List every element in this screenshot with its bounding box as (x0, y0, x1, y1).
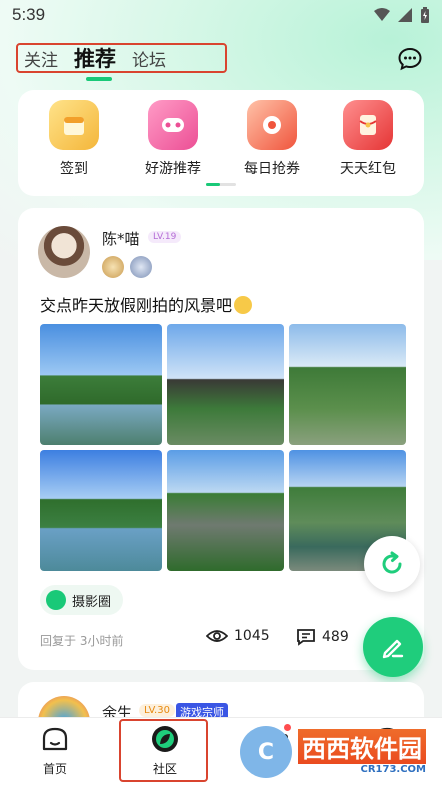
post-photo[interactable] (167, 324, 284, 445)
level-badge: LV.30 (139, 704, 175, 717)
post-caption: 交点昨天放假刚拍的风景吧 (40, 292, 253, 316)
photo-grid (40, 324, 408, 571)
signal-icon (398, 8, 412, 22)
camera-icon (46, 590, 66, 610)
refresh-button[interactable] (364, 536, 420, 592)
top-tab-bar: 关注 推荐 论坛 (16, 43, 227, 81)
avatar[interactable] (38, 226, 90, 278)
battery-icon (421, 7, 429, 23)
medal-icon (130, 256, 152, 278)
status-bar: 5:39 (0, 0, 442, 30)
watermark-sub: CR173.COM (360, 764, 426, 775)
post-photo[interactable] (167, 450, 284, 571)
comment-icon (297, 629, 315, 646)
level-badge: LV.19 (148, 231, 182, 243)
post-username[interactable]: 陈*喵 (102, 228, 140, 249)
home-icon (40, 724, 70, 754)
eye-icon (206, 630, 228, 642)
highlight-box (119, 719, 208, 782)
nav-home[interactable]: 首页 (15, 724, 95, 777)
post-time: 回复于 3小时前 (40, 634, 124, 648)
tab-recommend[interactable]: 推荐 (74, 43, 116, 81)
post-photo[interactable] (289, 324, 406, 445)
refresh-icon (382, 551, 402, 574)
sign-in-icon (49, 100, 99, 150)
message-icon[interactable] (398, 47, 422, 71)
status-time: 5:39 (12, 5, 46, 24)
post-photo[interactable] (40, 450, 162, 571)
coupon-icon (247, 100, 297, 150)
red-packet-icon (343, 100, 393, 150)
view-count: 1045 (206, 628, 270, 644)
post-photo[interactable] (40, 324, 162, 445)
write-post-button[interactable] (363, 617, 423, 677)
topic-tag[interactable]: 摄影圈 (40, 585, 124, 615)
quick-entry-label: 好游推荐 (145, 161, 201, 177)
quick-entry-red-packet[interactable]: 天天红包 (323, 100, 413, 178)
game-recommend-icon (148, 100, 198, 150)
watermark-text: 西西软件园 (298, 729, 426, 764)
comment-count[interactable]: 489 (296, 628, 349, 646)
quick-entry-coupon[interactable]: 每日抢券 (227, 100, 317, 178)
quick-entry-sign-in[interactable]: 签到 (29, 100, 119, 178)
tab-forum[interactable]: 论坛 (132, 46, 166, 71)
post-card[interactable]: 陈*喵 LV.19 交点昨天放假刚拍的风景吧 摄影圈 回复于 3小时前 1045… (18, 208, 424, 670)
emoji-icon (234, 296, 253, 314)
watermark: C 西西软件园 CR173.COM (240, 722, 430, 782)
medal-icon (102, 256, 124, 278)
wifi-icon (374, 8, 390, 21)
quick-entry-label: 签到 (60, 161, 88, 177)
pencil-icon (382, 639, 404, 659)
tab-follow[interactable]: 关注 (24, 46, 58, 71)
watermark-logo-icon: C (240, 726, 292, 778)
quick-entry-game-recommend[interactable]: 好游推荐 (128, 100, 218, 178)
quick-entry-label: 每日抢券 (244, 161, 300, 177)
quick-entry-panel: 签到 好游推荐 每日抢券 天天红包 (18, 90, 424, 196)
quick-entry-label: 天天红包 (340, 161, 396, 177)
page-indicator (206, 183, 236, 186)
